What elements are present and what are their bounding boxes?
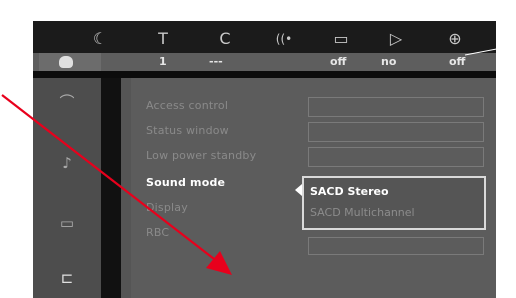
value-audio: off (330, 55, 347, 68)
menu-item-sound-mode[interactable]: Sound mode (146, 174, 225, 192)
audio-wave-icon[interactable]: ((• (272, 30, 296, 48)
zoom-in-icon[interactable]: ⊕ (443, 30, 467, 48)
selection-pointer-icon (295, 184, 302, 196)
low-power-standby-field[interactable] (308, 147, 484, 167)
remote-icon[interactable]: ⊏ (55, 268, 79, 288)
menu-item-rbc[interactable]: RBC (146, 224, 169, 242)
sound-mode-dropdown[interactable]: SACD Stereo SACD Multichannel (302, 176, 486, 230)
status-value-bar: 1 --- off no off (33, 53, 496, 71)
menu-item-status-window[interactable]: Status window (146, 122, 229, 140)
value-zoom: off (449, 55, 466, 68)
rbc-field[interactable] (308, 237, 484, 255)
option-sacd-multichannel[interactable]: SACD Multichannel (310, 205, 415, 221)
text-icon[interactable]: T (151, 30, 175, 48)
settings-menu: Access control Status window Low power s… (131, 78, 496, 298)
screen-icon[interactable]: ▭ (329, 30, 353, 48)
value-angle: no (381, 55, 397, 68)
menu-scroll-strip (121, 78, 131, 298)
sidebar-separator (101, 78, 121, 298)
option-sacd-stereo[interactable]: SACD Stereo (310, 184, 389, 200)
speech-bubble-icon[interactable]: ▭ (55, 213, 79, 233)
value-chapter: --- (209, 55, 223, 68)
music-note-icon[interactable]: ♪ (55, 153, 79, 173)
tv-osd-screen: ☾ T C ((• ▭ ▷ ⊕ 1 --- off no off ⌒ ♪ ▭ ⊏… (33, 21, 496, 298)
subtitle-c-icon[interactable]: C (213, 30, 237, 48)
settings-icon[interactable]: ☾ (88, 30, 112, 48)
play-icon[interactable]: ▷ (384, 30, 408, 48)
divider (33, 71, 496, 78)
access-control-field[interactable] (308, 97, 484, 117)
disc-icon (59, 56, 73, 68)
menu-item-low-power-standby[interactable]: Low power standby (146, 147, 256, 165)
header-icon-bar: ☾ T C ((• ▭ ▷ ⊕ (33, 21, 496, 53)
active-menu-icon-cell[interactable] (39, 53, 101, 71)
menu-item-access-control[interactable]: Access control (146, 97, 228, 115)
menu-item-display[interactable]: Display (146, 199, 188, 217)
gauge-icon[interactable]: ⌒ (55, 92, 79, 112)
sidebar: ⌒ ♪ ▭ ⊏ (33, 78, 101, 298)
status-window-field[interactable] (308, 122, 484, 142)
value-title: 1 (159, 55, 167, 68)
scroll-arrow-head (505, 41, 513, 51)
